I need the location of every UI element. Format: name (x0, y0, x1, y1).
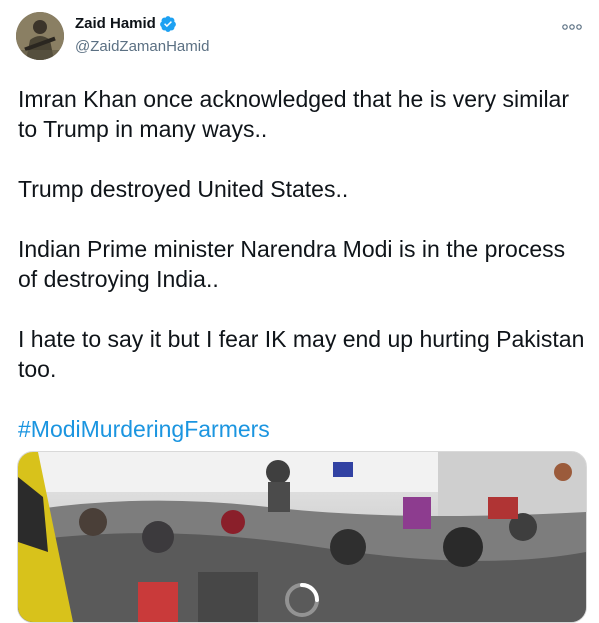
tweet-paragraph: Imran Khan once acknowledged that he is … (18, 86, 570, 142)
display-name[interactable]: Zaid Hamid (75, 14, 156, 34)
tweet: Zaid Hamid @ZaidZamanHamid Imran Khan on… (0, 0, 599, 623)
tweet-text: Imran Khan once acknowledged that he is … (18, 84, 588, 444)
more-options-icon[interactable] (561, 20, 583, 34)
video-player[interactable] (17, 451, 587, 623)
tweet-paragraph: Indian Prime minister Narendra Modi is i… (18, 236, 566, 292)
user-handle[interactable]: @ZaidZamanHamid (75, 37, 209, 57)
avatar[interactable] (16, 12, 64, 60)
verified-badge-icon (159, 15, 177, 33)
tweet-paragraph: I hate to say it but I fear IK may end u… (18, 326, 585, 382)
hashtag-link[interactable]: #ModiMurderingFarmers (18, 414, 588, 444)
tweet-paragraph: Trump destroyed United States.. (18, 176, 349, 202)
loading-spinner-icon (285, 583, 319, 617)
